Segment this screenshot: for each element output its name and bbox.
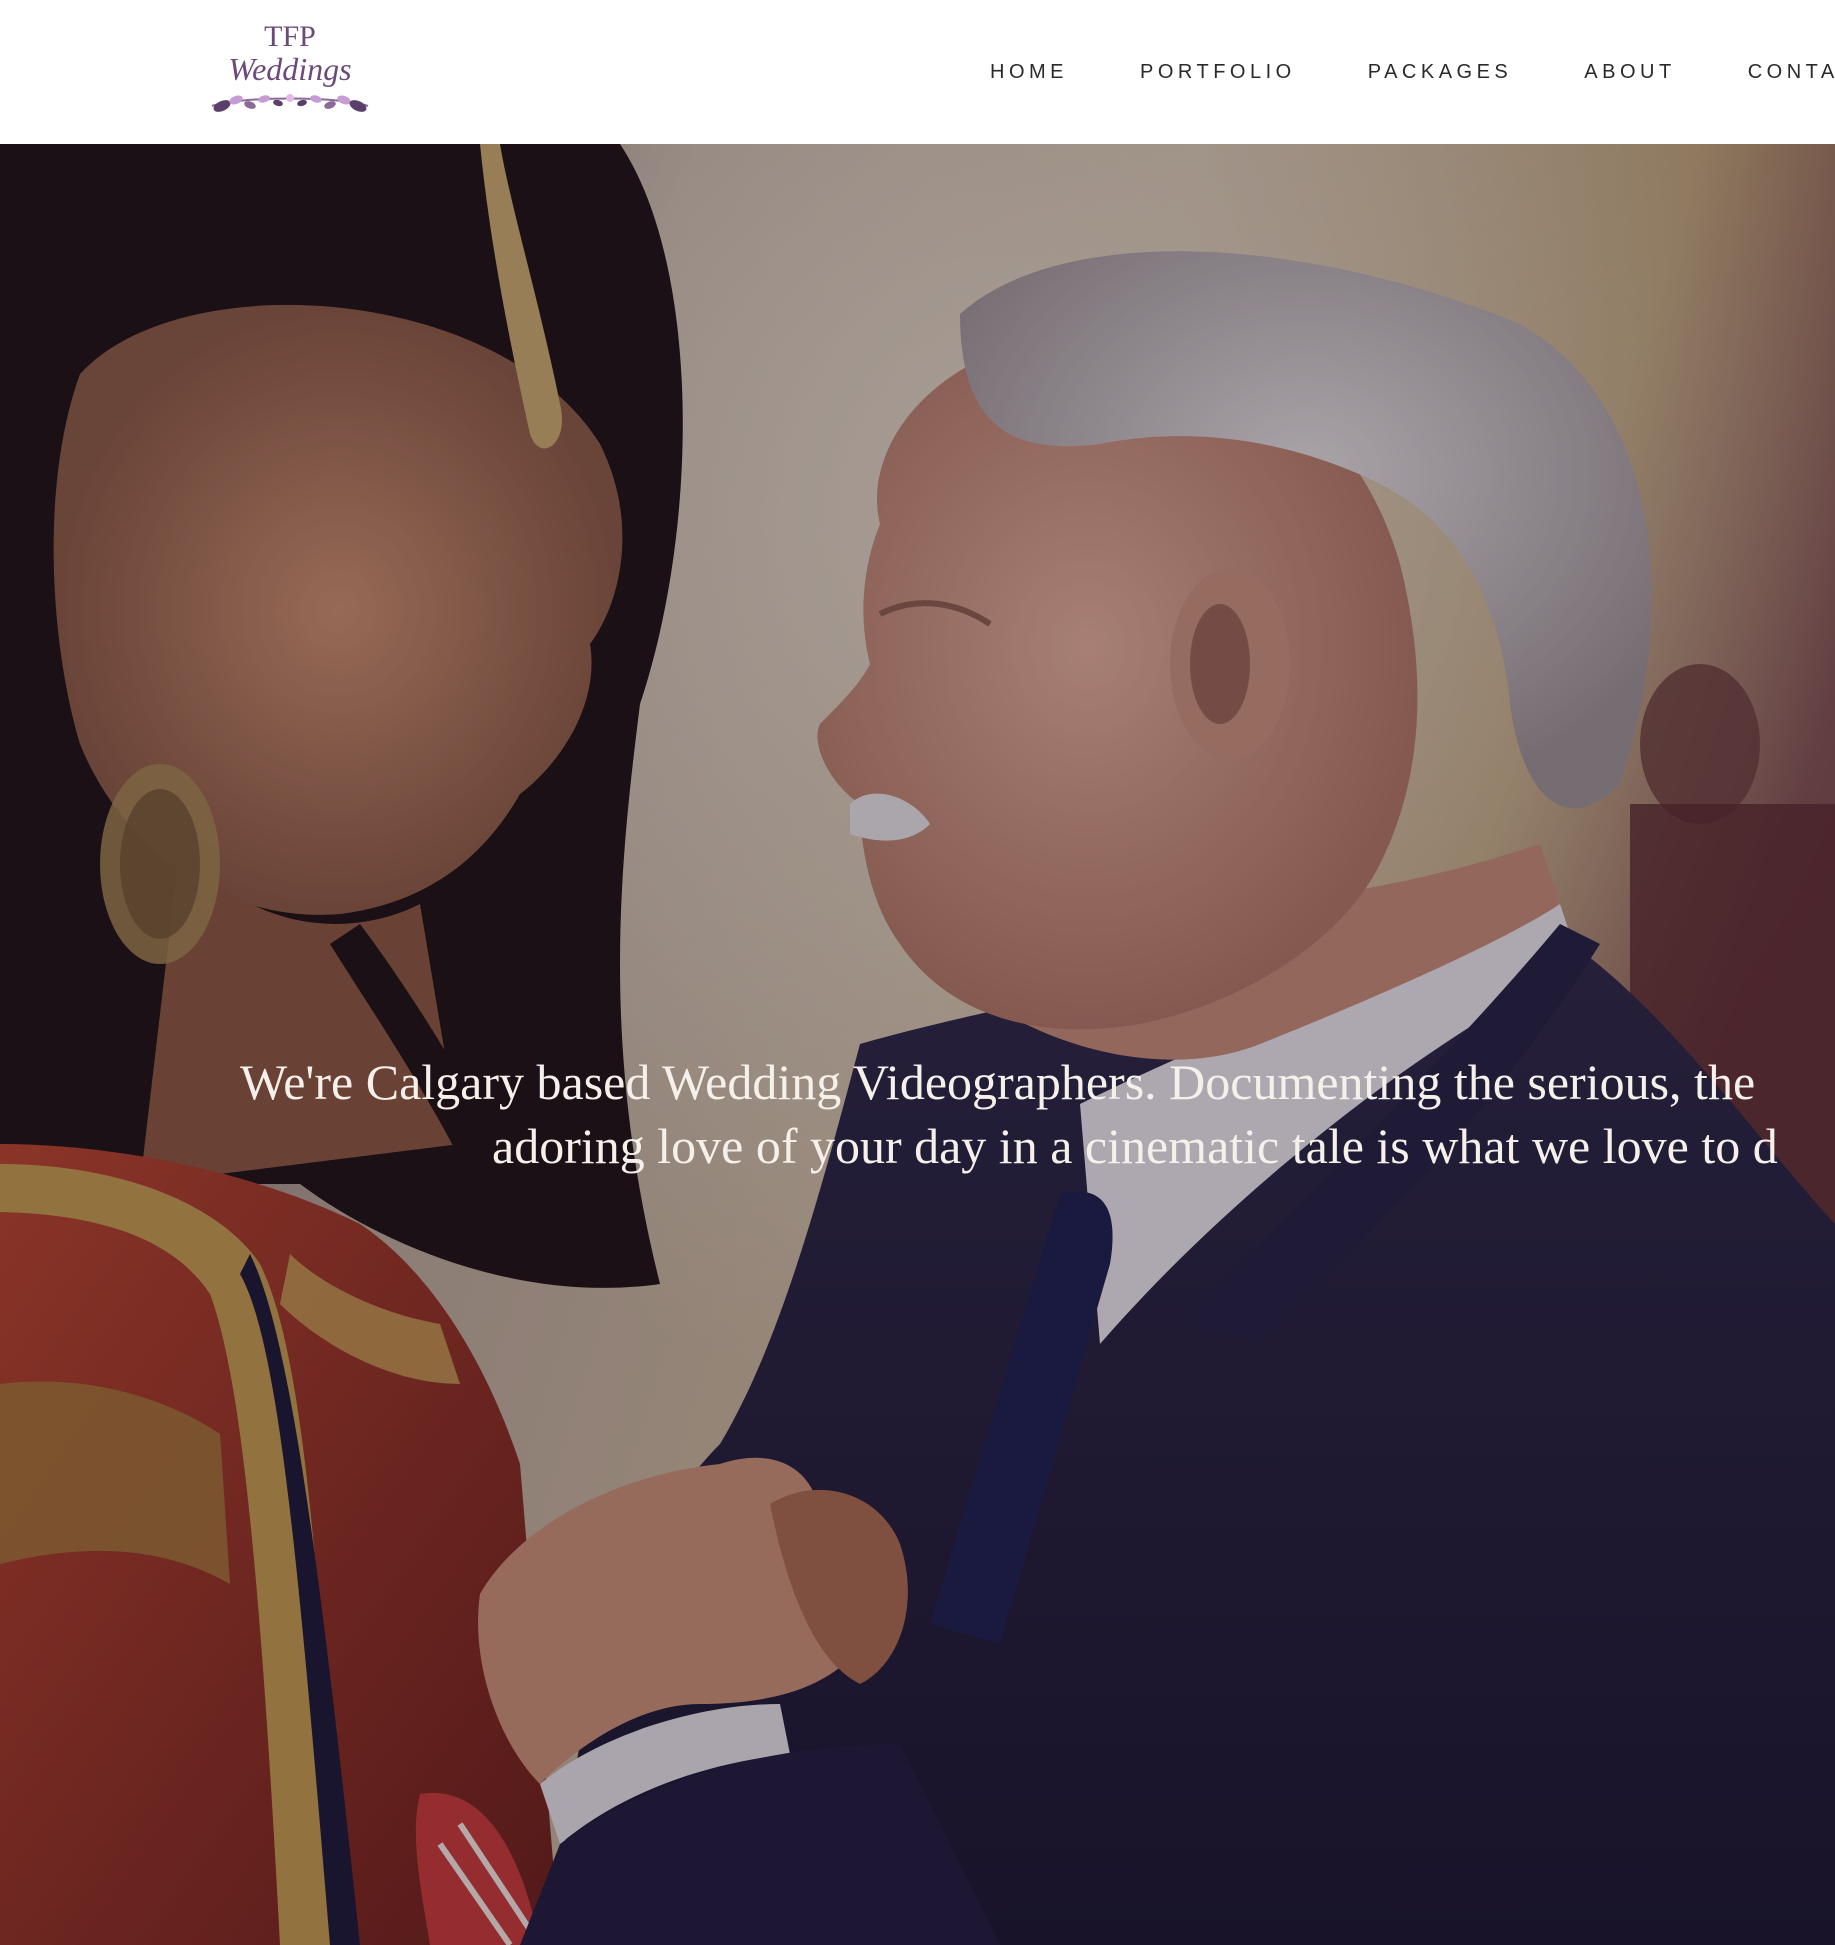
nav-packages[interactable]: PACKAGES: [1368, 61, 1513, 84]
nav-portfolio[interactable]: PORTFOLIO: [1140, 61, 1296, 84]
nav-home[interactable]: HOME: [990, 61, 1068, 84]
logo-monogram: TFP: [264, 20, 316, 53]
floral-laurel-icon: [211, 94, 369, 112]
nav-contact[interactable]: CONTACT: [1748, 61, 1835, 84]
site-logo[interactable]: TFP Weddings: [200, 12, 380, 130]
hero-overlay: [0, 144, 1835, 1945]
main-nav: HOME PORTFOLIO PACKAGES ABOUT CONTACT: [955, 0, 1835, 144]
hero-tagline-line1: We're Calgary based Wedding Videographer…: [240, 1054, 1756, 1110]
hero-section: We're Calgary based Wedding Videographer…: [0, 144, 1835, 1945]
nav-about[interactable]: ABOUT: [1584, 61, 1675, 84]
hero-tagline: We're Calgary based Wedding Videographer…: [240, 1050, 1835, 1178]
site-header: TFP Weddings HOME PORTFOLIO PACKAGES ABO…: [0, 0, 1835, 144]
hero-tagline-line2: adoring love of your day in a cinematic …: [492, 1118, 1778, 1174]
logo-wordmark: Weddings: [228, 51, 351, 87]
